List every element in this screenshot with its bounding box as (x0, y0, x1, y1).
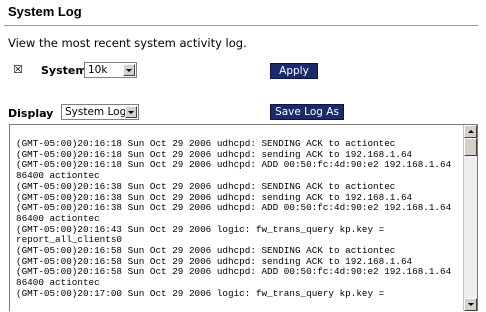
scroll-down-icon[interactable] (464, 298, 477, 311)
system-log-checkbox[interactable]: ☒ (13, 64, 24, 75)
log-size-select[interactable]: 10k (84, 62, 137, 78)
system-log-row: ☒ System Log 10k Apply (13, 62, 483, 79)
log-scrollbar[interactable] (463, 125, 477, 311)
scroll-up-icon[interactable] (464, 125, 477, 138)
save-log-as-button[interactable]: Save Log As (270, 104, 344, 120)
scrollbar-thumb[interactable] (464, 138, 477, 156)
title-divider (4, 25, 478, 26)
apply-button[interactable]: Apply (270, 63, 318, 79)
chevron-down-icon[interactable] (125, 106, 137, 118)
log-line: (GMT-05:00)20:16:38 Sun Oct 29 2006 udhc… (16, 180, 396, 192)
display-select[interactable]: System Log (61, 104, 139, 120)
display-select-value: System Log (65, 106, 127, 118)
display-label: Display (8, 107, 54, 120)
log-size-value: 10k (88, 64, 108, 76)
log-line: (GMT-05:00)20:17:00 Sun Oct 29 2006 logi… (16, 287, 385, 299)
chevron-down-icon[interactable] (123, 64, 135, 76)
log-textarea[interactable]: (GMT-05:00)20:16:18 Sun Oct 29 2006 udhc… (9, 124, 478, 311)
page-title: System Log (8, 4, 82, 19)
page-description: View the most recent system activity log… (8, 36, 247, 50)
log-content: (GMT-05:00)20:16:18 Sun Oct 29 2006 udhc… (16, 138, 464, 300)
